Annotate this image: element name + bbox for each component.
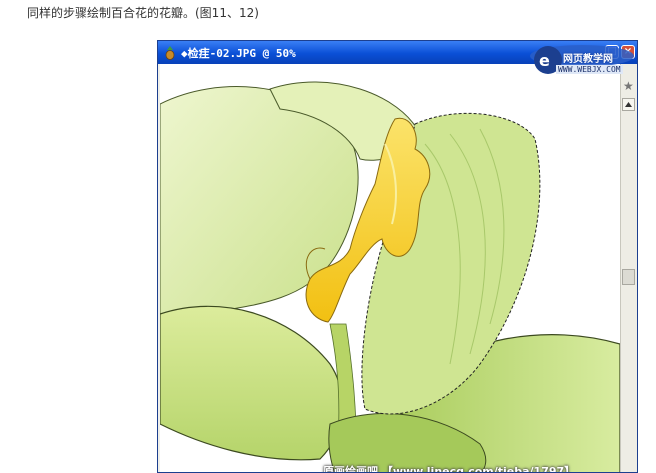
lily-illustration [160,81,620,472]
caption-text: 同样的步骤绘制百合花的花瓣。(图11、12) [27,6,259,20]
svg-text:e: e [539,51,550,70]
site-logo: e 网页教学网 WWW.WEBJX.COM [526,42,637,82]
vertical-scrollbar[interactable]: ★ [620,64,637,472]
arrow-up-icon [625,102,632,107]
image-canvas[interactable] [160,64,620,472]
watermark-text: 原画绘画吧 【www.linecg.com/tieba/1797】 [323,465,576,473]
scroll-thumb[interactable] [622,269,635,285]
logo-url: WWW.WEBJX.COM [556,65,623,74]
pineapple-icon [163,45,177,60]
image-window: ◆检疰-02.JPG @ 50% □ × [157,40,638,473]
logo-name: 网页教学网 [563,54,613,65]
scroll-up-button[interactable] [622,98,635,111]
window-title: ◆检疰-02.JPG @ 50% [181,46,296,60]
